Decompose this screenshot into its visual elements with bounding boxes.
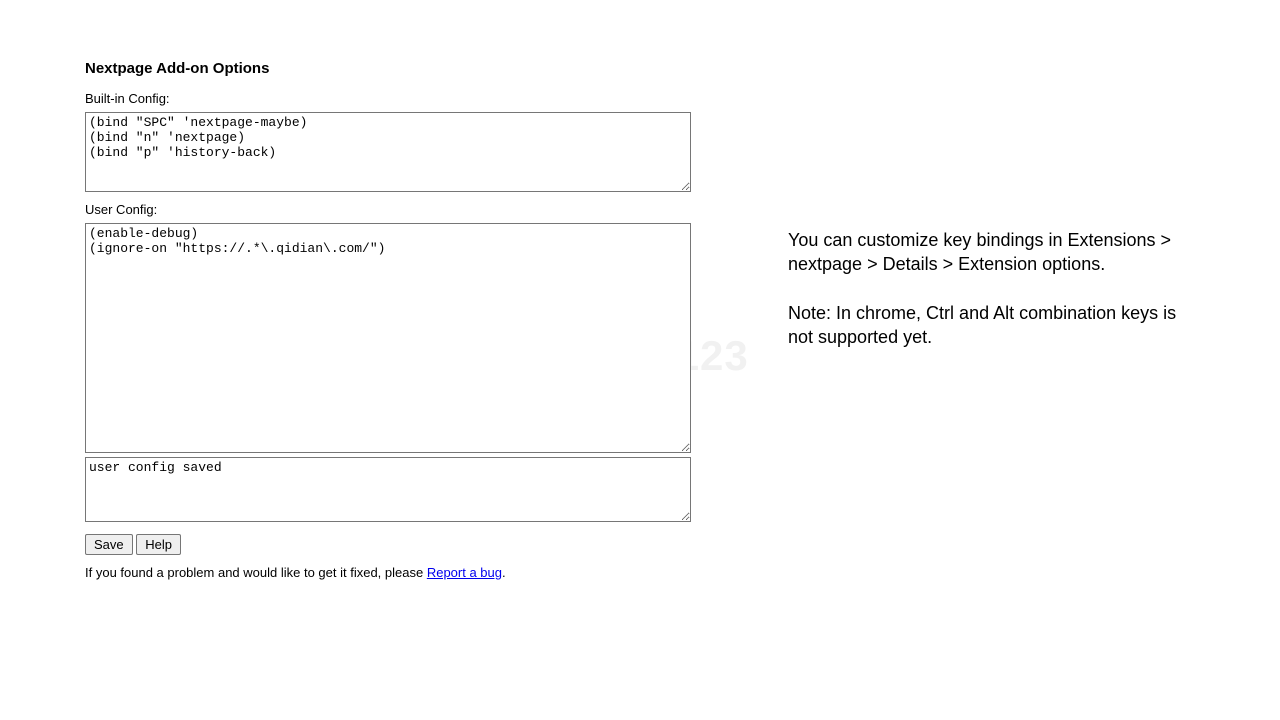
footer-prefix: If you found a problem and would like to…: [85, 565, 427, 580]
options-panel: Nextpage Add-on Options Built-in Config:…: [85, 60, 695, 580]
user-config-textarea[interactable]: [85, 223, 691, 453]
button-row: Save Help: [85, 534, 695, 555]
report-bug-link[interactable]: Report a bug: [427, 565, 502, 580]
page-title: Nextpage Add-on Options: [85, 60, 695, 77]
footer-text: If you found a problem and would like to…: [85, 565, 695, 580]
footer-suffix: .: [502, 565, 506, 580]
user-config-label: User Config:: [85, 202, 695, 217]
builtin-config-textarea[interactable]: [85, 112, 691, 192]
info-paragraph-1: You can customize key bindings in Extens…: [788, 228, 1188, 277]
help-button[interactable]: Help: [136, 534, 181, 555]
info-paragraph-2: Note: In chrome, Ctrl and Alt combinatio…: [788, 301, 1188, 350]
save-button[interactable]: Save: [85, 534, 133, 555]
builtin-config-label: Built-in Config:: [85, 91, 695, 106]
status-textarea[interactable]: [85, 457, 691, 522]
info-panel: You can customize key bindings in Extens…: [788, 228, 1188, 373]
